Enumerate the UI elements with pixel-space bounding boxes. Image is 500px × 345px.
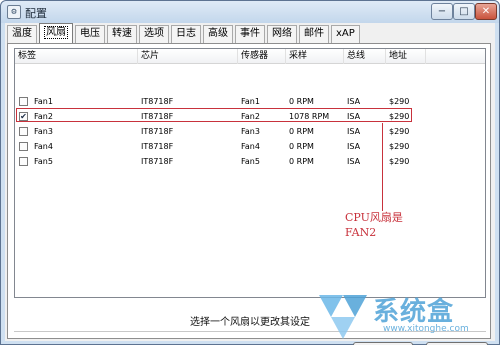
tab-label: xAP <box>336 28 355 39</box>
tab-temperature[interactable]: 温度 <box>7 25 37 43</box>
tab-strip: 温度 风扇 电压 转速 选项 日志 高级 事件 网络 邮件 xAP <box>7 23 362 43</box>
site-watermark: 系统盒 www.xitonghe.com <box>313 291 500 345</box>
column-header-chip[interactable]: 芯片 <box>138 49 238 64</box>
tab-events[interactable]: 事件 <box>235 25 265 43</box>
tab-network[interactable]: 网络 <box>267 25 297 43</box>
watermark-url: www.xitonghe.com <box>383 324 469 334</box>
cell-address: $290 <box>389 142 410 151</box>
row-checkbox[interactable] <box>19 127 28 136</box>
close-button[interactable]: ✕ <box>475 3 497 20</box>
cell-chip: IT8718F <box>141 97 174 106</box>
maximize-button[interactable]: □ <box>453 3 475 20</box>
tab-xap[interactable]: xAP <box>331 25 360 43</box>
cell-sensor: Fan4 <box>241 142 260 151</box>
minimize-button[interactable]: − <box>431 3 453 20</box>
tab-label: 日志 <box>176 28 196 39</box>
cell-chip: IT8718F <box>141 142 174 151</box>
tab-label: 风扇 <box>44 26 68 39</box>
fan-list[interactable]: 标签 芯片 传感器 采样 总线 地址 Fan1 IT8718F Fan1 0 R… <box>14 48 486 298</box>
cell-bus: ISA <box>347 142 361 151</box>
tab-mail[interactable]: 邮件 <box>299 25 329 43</box>
tab-speed[interactable]: 转速 <box>107 25 137 43</box>
table-row[interactable]: Fan5 IT8718F Fan5 0 RPM ISA $290 <box>15 154 485 169</box>
tab-options[interactable]: 选项 <box>139 25 169 43</box>
column-header-label[interactable]: 标签 <box>15 49 138 64</box>
tab-label: 转速 <box>112 28 132 39</box>
cell-chip: IT8718F <box>141 157 174 166</box>
cell-sample: 0 RPM <box>289 127 314 136</box>
list-header: 标签 芯片 传感器 采样 总线 地址 <box>15 49 485 64</box>
row-checkbox[interactable] <box>19 157 28 166</box>
column-header-address[interactable]: 地址 <box>386 49 426 64</box>
column-header-sample[interactable]: 采样 <box>286 49 344 64</box>
annotation-line-1: CPU风扇是 <box>345 211 403 224</box>
tab-voltage[interactable]: 电压 <box>75 25 105 43</box>
tab-label: 网络 <box>272 28 292 39</box>
tab-label: 选项 <box>144 28 164 39</box>
tab-label: 事件 <box>240 28 260 39</box>
annotation-highlight-box <box>16 108 412 122</box>
window-title: 配置 <box>25 7 47 20</box>
cell-sample: 0 RPM <box>289 142 314 151</box>
cell-sample: 0 RPM <box>289 97 314 106</box>
cell-label: Fan4 <box>34 142 53 151</box>
row-checkbox[interactable] <box>19 97 28 106</box>
column-header-bus[interactable]: 总线 <box>344 49 386 64</box>
cell-label: Fan3 <box>34 127 53 136</box>
table-row[interactable]: Fan3 IT8718F Fan3 0 RPM ISA $290 <box>15 124 485 139</box>
watermark-logo-icon <box>319 295 367 339</box>
cell-chip: IT8718F <box>141 127 174 136</box>
tab-label: 高级 <box>208 28 228 39</box>
cell-sample: 0 RPM <box>289 157 314 166</box>
annotation-line-2: FAN2 <box>345 226 377 239</box>
cell-label: Fan1 <box>34 97 53 106</box>
cell-sensor: Fan1 <box>241 97 260 106</box>
cell-label: Fan5 <box>34 157 53 166</box>
cell-sensor: Fan5 <box>241 157 260 166</box>
table-row[interactable]: Fan4 IT8718F Fan4 0 RPM ISA $290 <box>15 139 485 154</box>
annotation-pointer-line <box>382 123 383 211</box>
tab-label: 温度 <box>12 28 32 39</box>
tab-fans[interactable]: 风扇 <box>39 23 73 43</box>
cell-address: $290 <box>389 157 410 166</box>
row-checkbox[interactable] <box>19 142 28 151</box>
tab-log[interactable]: 日志 <box>171 25 201 43</box>
cell-sensor: Fan3 <box>241 127 260 136</box>
cell-address: $290 <box>389 97 410 106</box>
tab-label: 电压 <box>80 28 100 39</box>
cell-bus: ISA <box>347 97 361 106</box>
watermark-brand: 系统盒 <box>373 297 455 327</box>
cell-address: $290 <box>389 127 410 136</box>
title-bar[interactable]: ⚙ 配置 − □ ✕ <box>1 1 499 23</box>
tab-advanced[interactable]: 高级 <box>203 25 233 43</box>
column-header-sensor[interactable]: 传感器 <box>238 49 286 64</box>
app-logo-icon: ⚙ <box>7 5 21 19</box>
annotation-callout: CPU风扇是 FAN2 <box>345 210 403 240</box>
config-window: ⚙ 配置 − □ ✕ 温度 风扇 电压 转速 选项 日志 高级 事件 网络 邮件… <box>0 0 500 345</box>
cell-bus: ISA <box>347 127 361 136</box>
tab-label: 邮件 <box>304 28 324 39</box>
table-row[interactable]: Fan1 IT8718F Fan1 0 RPM ISA $290 <box>15 94 485 109</box>
cell-bus: ISA <box>347 157 361 166</box>
